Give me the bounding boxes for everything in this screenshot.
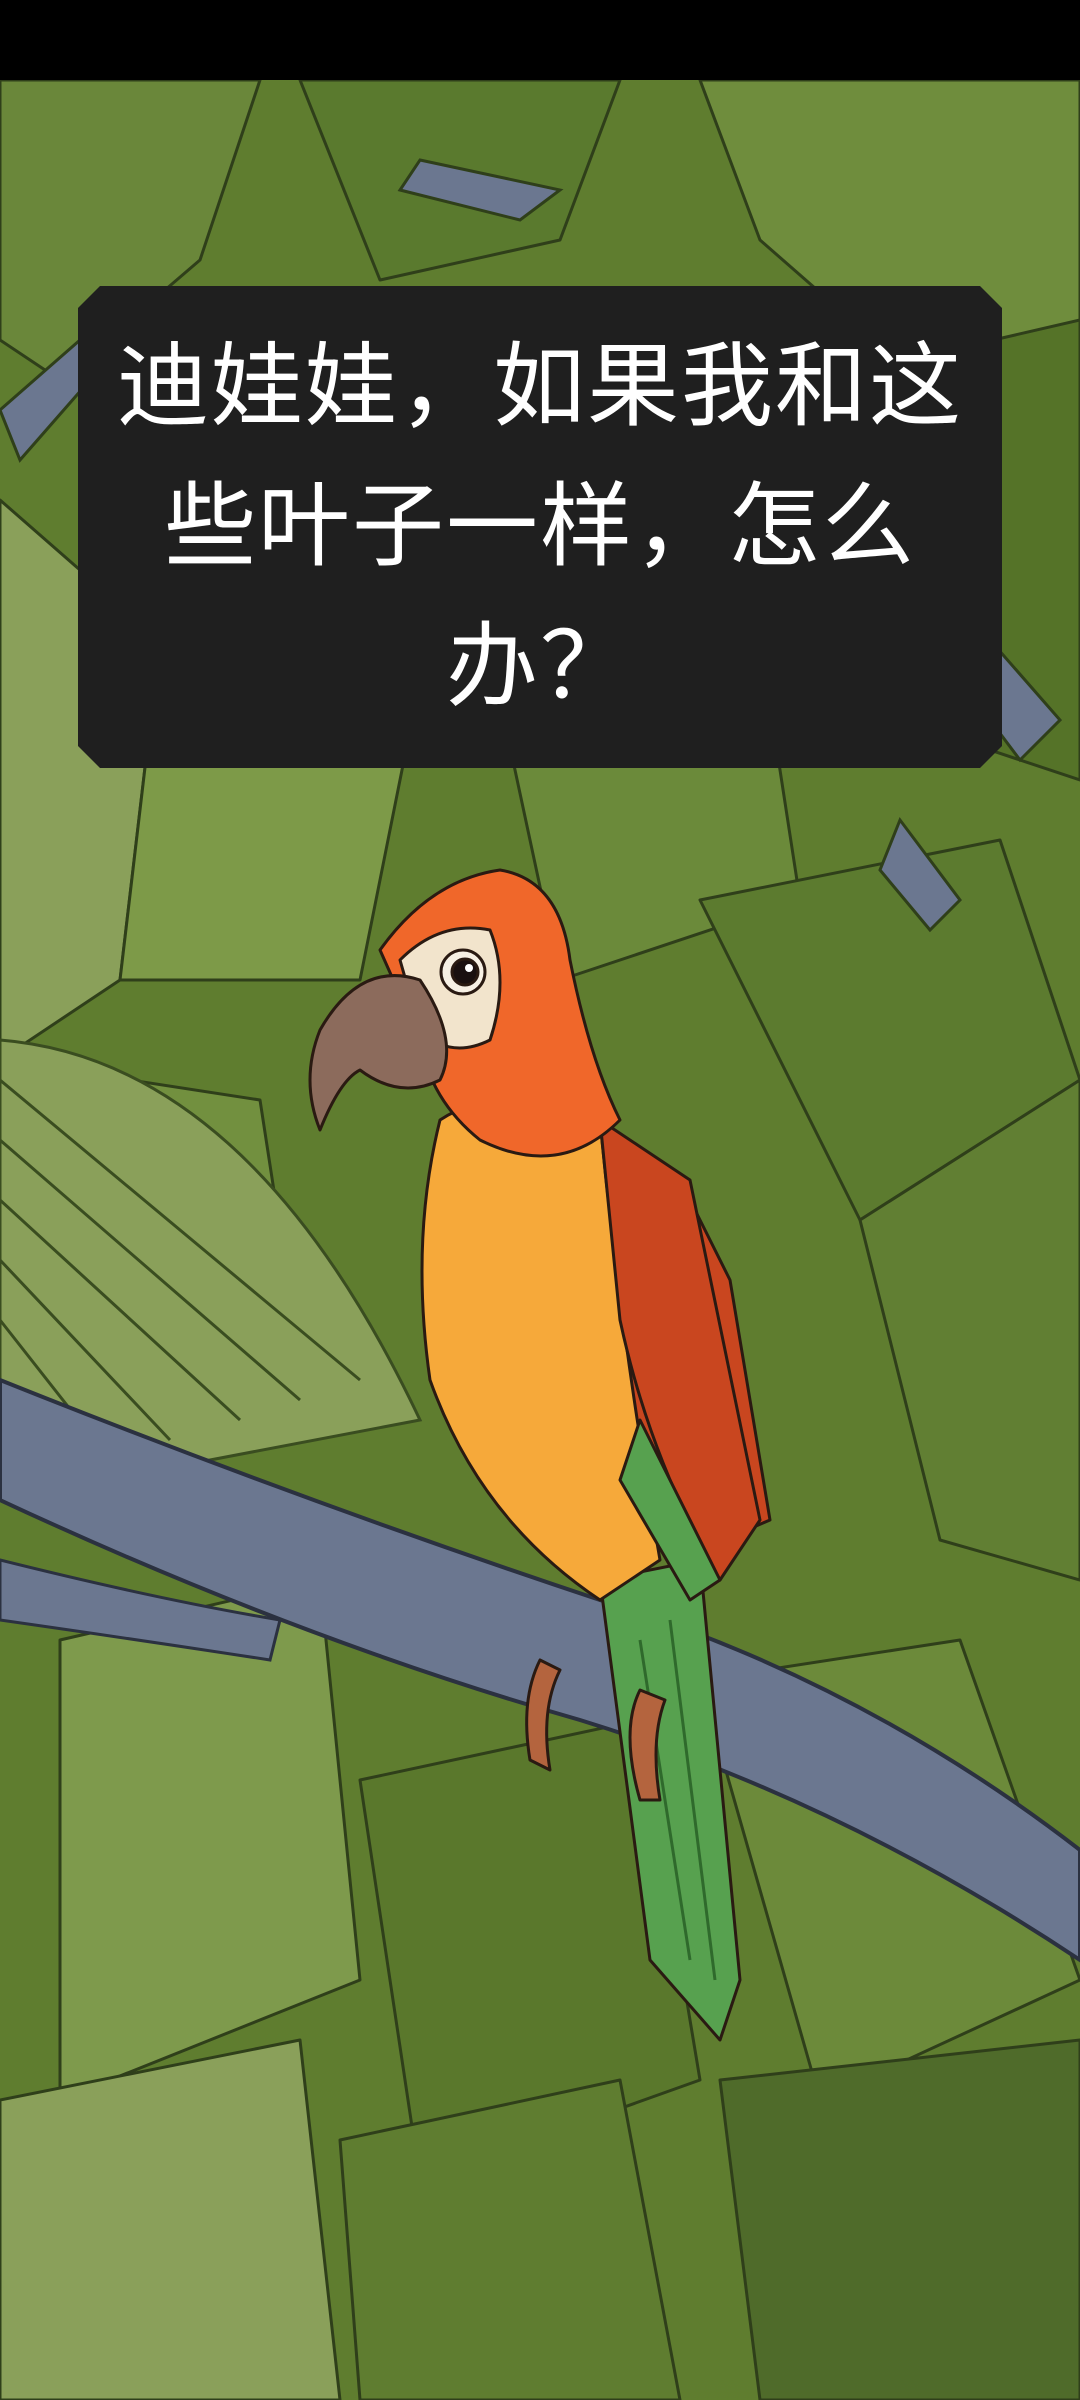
game-screen[interactable]: 迪娃娃，如果我和这些叶子一样，怎么办？ (0, 0, 1080, 2400)
dialog-box[interactable]: 迪娃娃，如果我和这些叶子一样，怎么办？ (78, 286, 1002, 768)
status-bar (0, 0, 1080, 80)
leaf (718, 2038, 1080, 2400)
leaf (338, 2078, 682, 2400)
dialog-text: 迪娃娃，如果我和这些叶子一样，怎么办？ (116, 333, 963, 720)
jungle-scene[interactable]: 迪娃娃，如果我和这些叶子一样，怎么办？ (0, 80, 1080, 2400)
leaf (0, 2038, 342, 2400)
